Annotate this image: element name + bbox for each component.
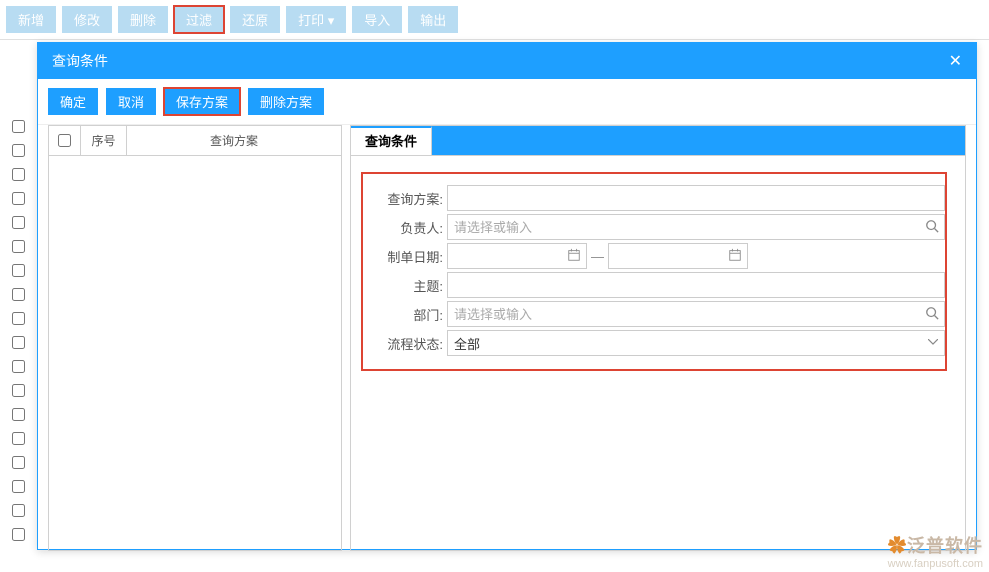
- dept-input[interactable]: [447, 301, 945, 327]
- row-checkbox[interactable]: [12, 168, 25, 181]
- owner-label: 负责人:: [363, 218, 447, 237]
- date-from-input[interactable]: [447, 243, 587, 269]
- date-to-input[interactable]: [608, 243, 748, 269]
- scheme-label: 查询方案:: [363, 189, 447, 208]
- row-checkbox[interactable]: [12, 216, 25, 229]
- row-checkbox[interactable]: [12, 240, 25, 253]
- query-dialog: 查询条件 ✕ 确定 取消 保存方案 删除方案 序号 查询方案 查询条件 查询方: [37, 42, 977, 550]
- row-checkbox[interactable]: [12, 120, 25, 133]
- background-checkbox-column: [12, 120, 25, 552]
- date-range-separator: —: [591, 249, 604, 264]
- col-scheme: 查询方案: [127, 126, 341, 155]
- edit-button[interactable]: 修改: [62, 6, 112, 33]
- row-checkbox[interactable]: [12, 336, 25, 349]
- filter-button[interactable]: 过滤: [174, 6, 224, 33]
- highlighted-form-area: 查询方案: 负责人:: [361, 172, 947, 371]
- scheme-list-panel: 序号 查询方案: [48, 125, 342, 551]
- main-toolbar: 新增 修改 删除 过滤 还原 打印 ▾ 导入 输出: [0, 0, 989, 40]
- row-checkbox[interactable]: [12, 504, 25, 517]
- tab-query[interactable]: 查询条件: [351, 126, 432, 155]
- subject-input[interactable]: [447, 272, 945, 298]
- row-checkbox[interactable]: [12, 384, 25, 397]
- print-button[interactable]: 打印 ▾: [286, 6, 346, 33]
- status-label: 流程状态:: [363, 334, 447, 353]
- row-checkbox[interactable]: [12, 144, 25, 157]
- owner-input[interactable]: [447, 214, 945, 240]
- row-checkbox[interactable]: [12, 432, 25, 445]
- row-checkbox[interactable]: [12, 408, 25, 421]
- date-label: 制单日期:: [363, 247, 447, 266]
- dialog-titlebar: 查询条件 ✕: [38, 43, 976, 79]
- status-select[interactable]: [447, 330, 945, 356]
- tab-bar-fill: [432, 126, 965, 155]
- dialog-toolbar: 确定 取消 保存方案 删除方案: [38, 79, 976, 125]
- row-checkbox[interactable]: [12, 360, 25, 373]
- form-panel: 查询条件 查询方案: 负责人:: [350, 125, 966, 551]
- new-button[interactable]: 新增: [6, 6, 56, 33]
- subject-label: 主题:: [363, 276, 447, 295]
- row-checkbox[interactable]: [12, 456, 25, 469]
- restore-button[interactable]: 还原: [230, 6, 280, 33]
- import-button[interactable]: 导入: [352, 6, 402, 33]
- scheme-input[interactable]: [447, 185, 945, 211]
- row-checkbox[interactable]: [12, 288, 25, 301]
- row-checkbox[interactable]: [12, 312, 25, 325]
- tab-bar: 查询条件: [351, 126, 965, 156]
- delete-button[interactable]: 删除: [118, 6, 168, 33]
- row-checkbox[interactable]: [12, 264, 25, 277]
- row-checkbox[interactable]: [12, 480, 25, 493]
- scheme-list-header: 序号 查询方案: [49, 126, 341, 156]
- close-icon[interactable]: ✕: [949, 51, 962, 71]
- cancel-button[interactable]: 取消: [106, 88, 156, 115]
- caret-down-icon: ▾: [328, 13, 335, 28]
- dept-label: 部门:: [363, 305, 447, 324]
- row-checkbox[interactable]: [12, 528, 25, 541]
- col-index: 序号: [81, 126, 127, 155]
- export-button[interactable]: 输出: [408, 6, 458, 33]
- confirm-button[interactable]: 确定: [48, 88, 98, 115]
- row-checkbox[interactable]: [12, 192, 25, 205]
- dialog-title-text: 查询条件: [52, 51, 108, 71]
- delete-scheme-button[interactable]: 删除方案: [248, 88, 324, 115]
- select-all-checkbox[interactable]: [58, 134, 71, 147]
- save-scheme-button[interactable]: 保存方案: [164, 88, 240, 115]
